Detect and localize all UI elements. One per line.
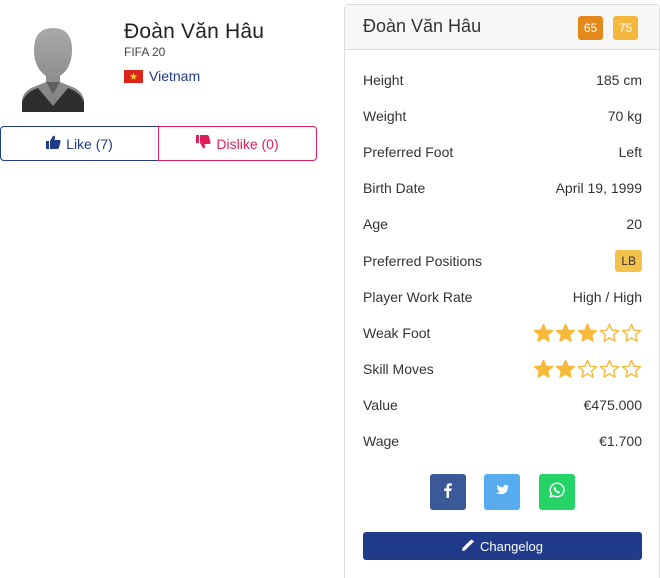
star-empty-icon (599, 359, 620, 378)
like-button[interactable]: Like (7) (0, 126, 159, 161)
facebook-icon (441, 482, 455, 503)
info-label: Height (363, 72, 404, 88)
potential-rating-badge: 75 (613, 16, 638, 40)
player-name: Đoàn Văn Hâu (124, 20, 265, 43)
info-label: Weight (363, 108, 407, 124)
thumbs-up-icon (46, 135, 61, 152)
info-value: Left (618, 144, 642, 160)
panel-header: Đoàn Văn Hâu 65 75 (345, 5, 659, 50)
info-row-work-rate: Player Work Rate High / High (363, 279, 642, 315)
dislike-button[interactable]: Dislike (0) (158, 126, 317, 161)
info-row-preferred-positions: Preferred Positions LB (363, 243, 642, 279)
info-row-value: Value €475.000 (363, 387, 642, 423)
info-value: €1.700 (599, 433, 642, 449)
info-row-skill-moves: Skill Moves (363, 351, 642, 387)
info-value: €475.000 (583, 397, 642, 413)
dislike-label: Dislike (0) (216, 135, 279, 152)
star-empty-icon (621, 323, 642, 342)
nation-label: Vietnam (149, 68, 201, 84)
thumbs-down-icon (196, 135, 211, 152)
star-filled-icon (533, 359, 554, 378)
info-label: Birth Date (363, 180, 426, 196)
info-value: 185 cm (596, 72, 642, 88)
info-value: High / High (572, 289, 642, 305)
info-row-preferred-foot: Preferred Foot Left (363, 134, 642, 170)
share-whatsapp-button[interactable] (539, 474, 575, 510)
info-row-birth-date: Birth Date April 19, 1999 (363, 170, 642, 206)
twitter-icon (495, 483, 510, 501)
changelog-label: Changelog (480, 538, 543, 554)
position-badge[interactable]: LB (615, 250, 642, 272)
info-label: Wage (363, 433, 400, 449)
info-row-weight: Weight 70 kg (363, 98, 642, 134)
info-label: Player Work Rate (363, 289, 473, 305)
changelog-button[interactable]: Changelog (363, 532, 642, 560)
info-label: Preferred Positions (363, 253, 483, 269)
info-row-height: Height 185 cm (363, 62, 642, 98)
star-filled-icon (533, 323, 554, 342)
info-label: Skill Moves (363, 361, 434, 377)
info-label: Age (363, 216, 388, 232)
share-twitter-button[interactable] (484, 474, 520, 510)
pencil-icon (462, 538, 475, 554)
player-avatar (22, 22, 84, 112)
star-filled-icon (577, 323, 598, 342)
star-empty-icon (599, 323, 620, 342)
star-filled-icon (555, 323, 576, 342)
info-label: Weak Foot (363, 325, 431, 341)
info-value: April 19, 1999 (555, 180, 642, 196)
weak-foot-stars (533, 323, 642, 344)
info-row-weak-foot: Weak Foot (363, 315, 642, 351)
overall-rating-badge: 65 (578, 16, 603, 40)
game-version: FIFA 20 (124, 45, 166, 59)
player-nation[interactable]: Vietnam (124, 68, 200, 84)
panel-title: Đoàn Văn Hâu (363, 16, 482, 36)
star-empty-icon (621, 359, 642, 378)
whatsapp-icon (549, 481, 565, 503)
info-label: Value (363, 397, 398, 413)
player-info-panel: Đoàn Văn Hâu 65 75 Height 185 cm Weight … (344, 4, 660, 578)
info-row-age: Age 20 (363, 206, 642, 242)
info-value: 70 kg (607, 108, 642, 124)
star-filled-icon (555, 359, 576, 378)
info-value: 20 (626, 216, 642, 232)
skill-moves-stars (533, 359, 642, 380)
info-row-wage: Wage €1.700 (363, 423, 642, 459)
vietnam-flag-icon (124, 69, 143, 83)
info-label: Preferred Foot (363, 144, 454, 160)
star-empty-icon (577, 359, 598, 378)
like-label: Like (7) (66, 135, 113, 152)
share-facebook-button[interactable] (430, 474, 466, 510)
